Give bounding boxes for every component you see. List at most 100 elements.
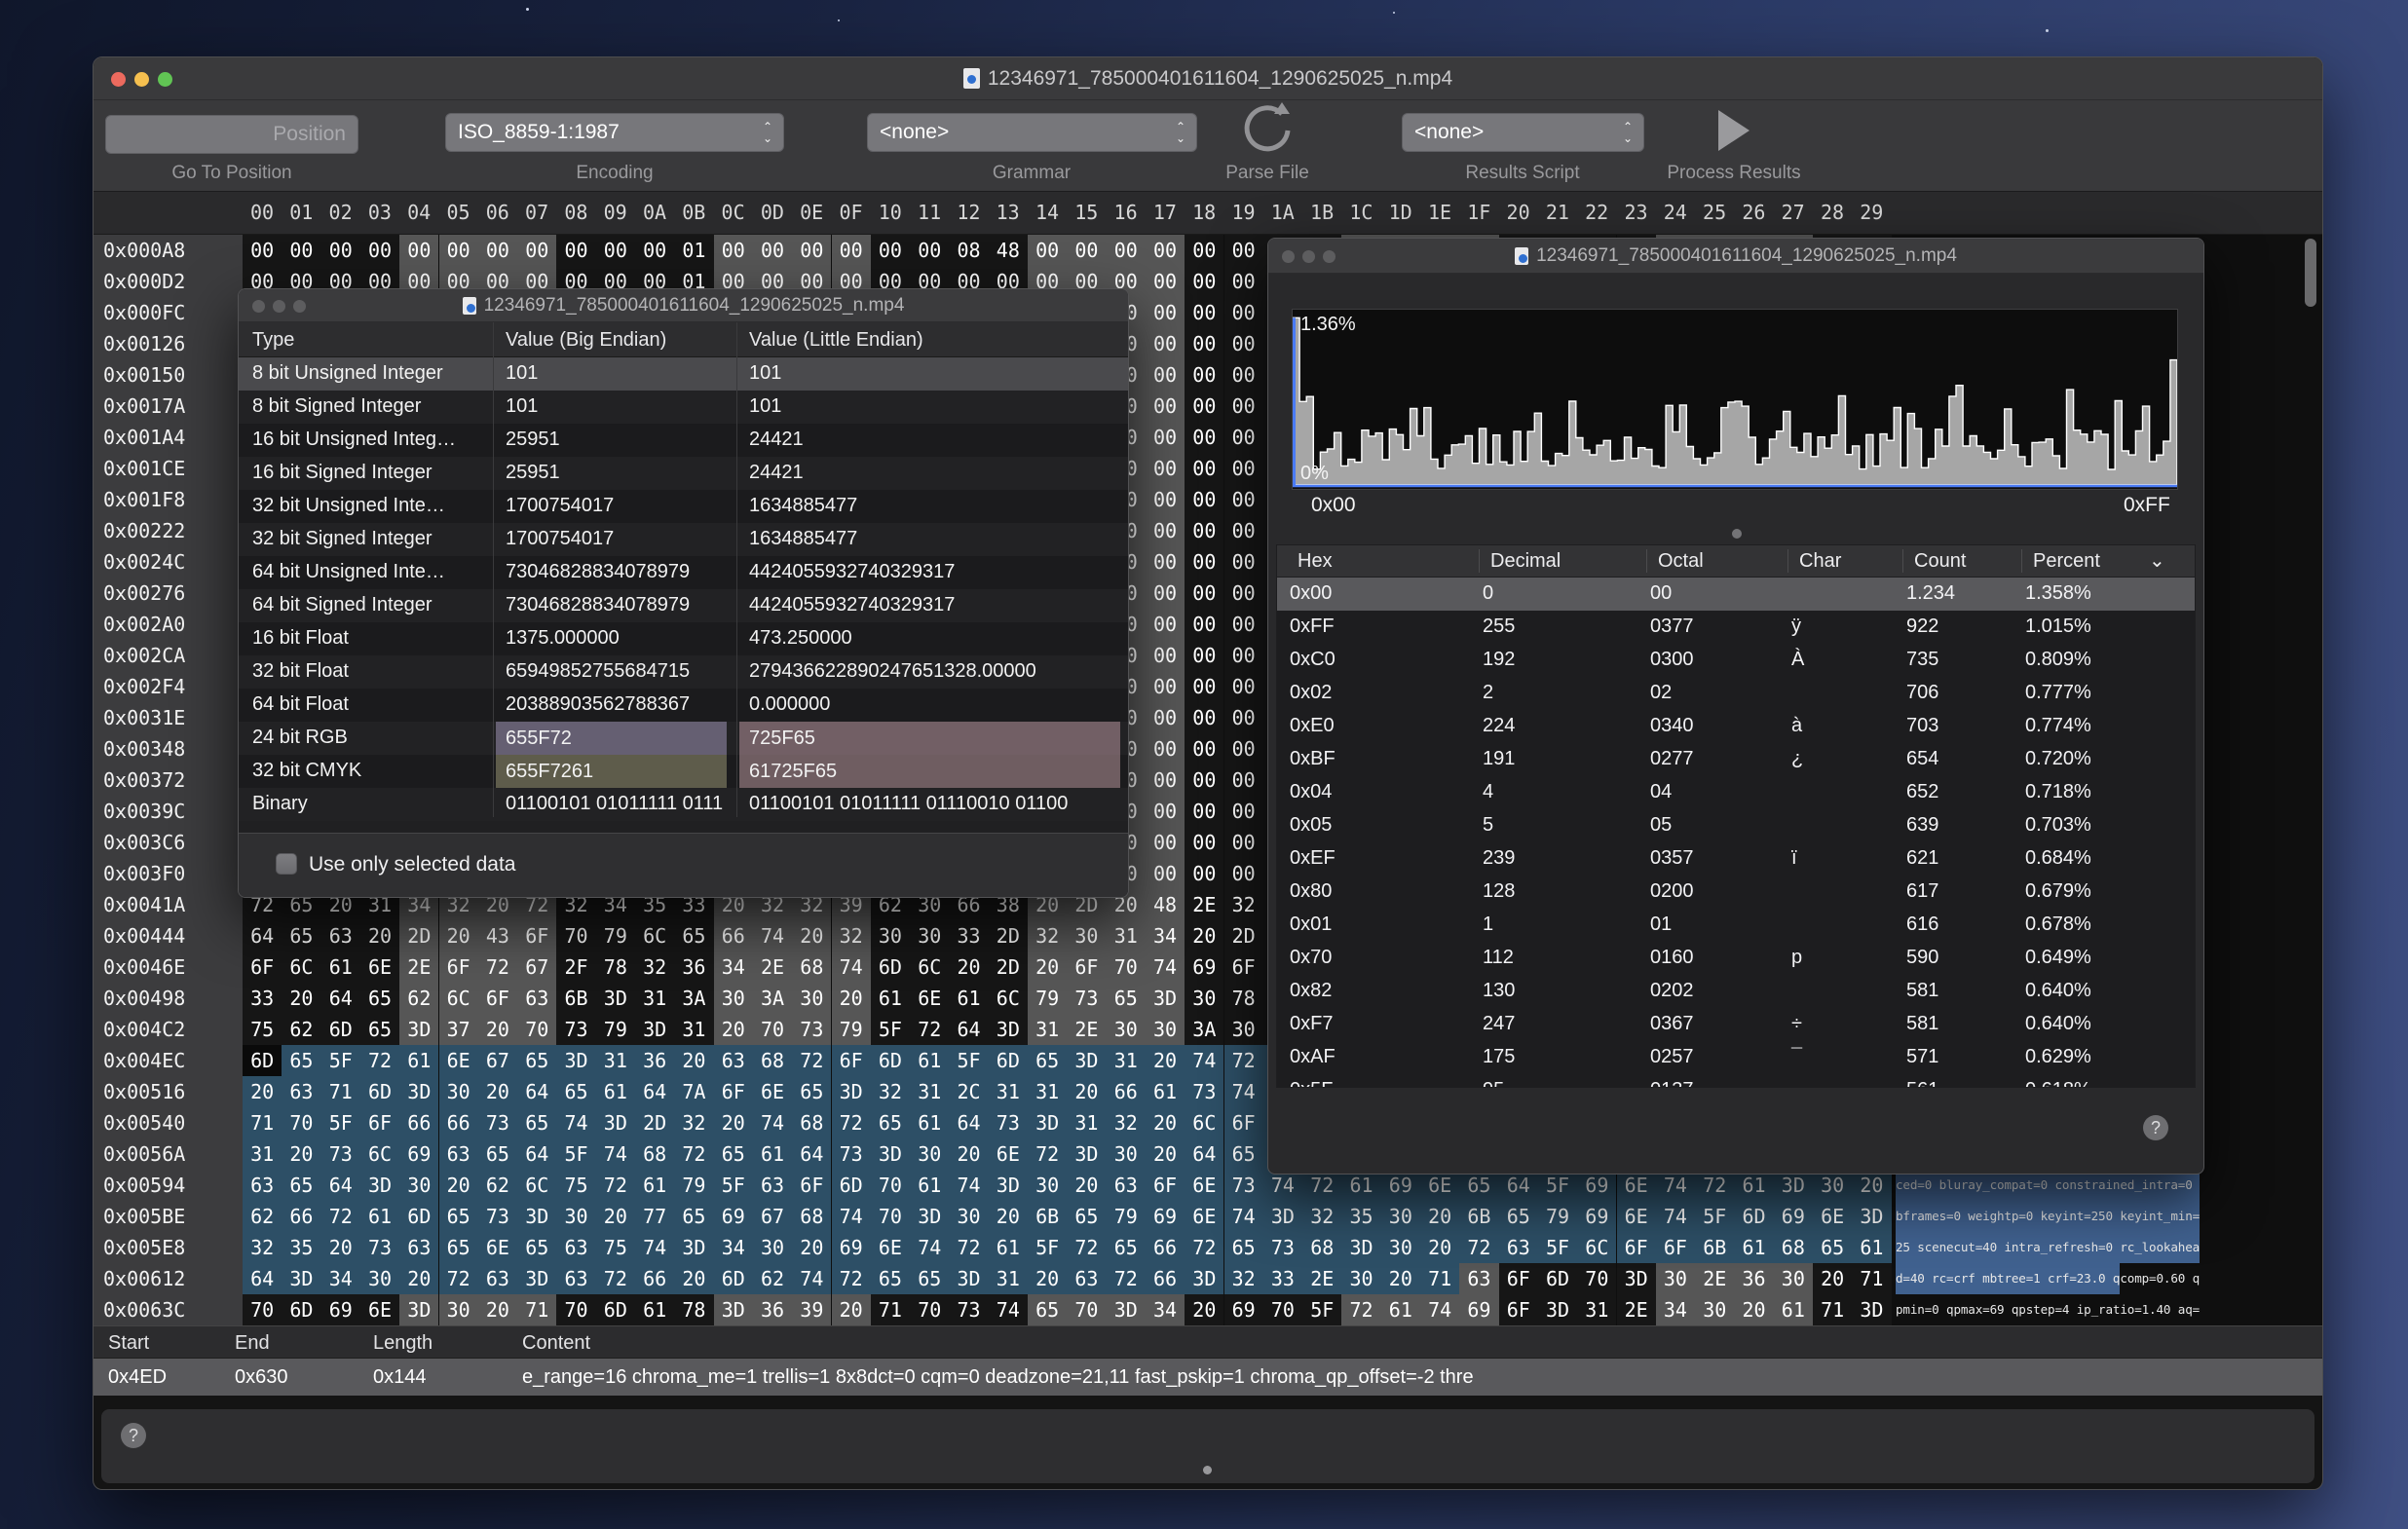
- hex-byte[interactable]: 61: [321, 951, 360, 983]
- hex-byte[interactable]: 75: [556, 1170, 595, 1201]
- hex-byte[interactable]: 30: [910, 920, 949, 951]
- hex-byte[interactable]: 63: [556, 1232, 595, 1263]
- hex-byte[interactable]: 00: [1185, 297, 1223, 328]
- hex-byte[interactable]: 70: [1577, 1263, 1616, 1294]
- hex-byte[interactable]: 00: [1185, 796, 1223, 827]
- hex-byte[interactable]: 64: [949, 1014, 988, 1045]
- hex-byte[interactable]: 61: [596, 1076, 635, 1107]
- hex-byte[interactable]: 6F: [1499, 1294, 1538, 1325]
- hex-row-0x005E8[interactable]: 0x005E83235207363656E656375743D343020696…: [94, 1232, 2322, 1263]
- hex-byte[interactable]: 6C: [1577, 1232, 1616, 1263]
- hex-byte[interactable]: 20: [1420, 1201, 1459, 1232]
- hex-byte[interactable]: 34: [1656, 1294, 1695, 1325]
- hex-byte[interactable]: 00: [1185, 422, 1223, 453]
- hex-byte[interactable]: 00: [1185, 453, 1223, 484]
- hex-byte[interactable]: 33: [243, 983, 282, 1014]
- hex-byte[interactable]: 00: [517, 235, 556, 266]
- hex-byte[interactable]: 20: [832, 983, 871, 1014]
- hex-byte[interactable]: 6E: [1617, 1201, 1656, 1232]
- hex-byte[interactable]: 6F: [1617, 1232, 1656, 1263]
- hex-byte[interactable]: 32: [635, 951, 674, 983]
- hex-byte[interactable]: 63: [1107, 1170, 1146, 1201]
- hex-byte[interactable]: 74: [1185, 1045, 1223, 1076]
- hex-byte[interactable]: 5F: [556, 1138, 595, 1170]
- hex-byte[interactable]: 65: [1107, 1232, 1146, 1263]
- hex-byte[interactable]: 00: [1185, 640, 1223, 671]
- hex-byte[interactable]: 00: [1146, 858, 1185, 889]
- hex-byte[interactable]: 73: [792, 1014, 831, 1045]
- hex-byte[interactable]: 3D: [1341, 1232, 1380, 1263]
- help-button[interactable]: ?: [121, 1423, 146, 1448]
- hex-byte[interactable]: 00: [1224, 640, 1263, 671]
- hex-byte[interactable]: 65: [478, 1138, 517, 1170]
- inspector-row-64-bit-float[interactable]: 64 bit Float203889035627883670.000000: [239, 689, 1128, 722]
- hex-byte[interactable]: 74: [753, 920, 792, 951]
- hex-byte[interactable]: 00: [1146, 235, 1185, 266]
- hex-byte[interactable]: 66: [439, 1107, 478, 1138]
- hex-row-0x00612[interactable]: 0x00612643D34302072633D637266206D6274726…: [94, 1263, 2322, 1294]
- hex-byte[interactable]: 32: [871, 1076, 910, 1107]
- hex-byte[interactable]: 68: [1774, 1232, 1813, 1263]
- hex-byte[interactable]: 70: [243, 1294, 282, 1325]
- hex-byte[interactable]: 2D: [989, 920, 1028, 951]
- hex-byte[interactable]: 65: [439, 1201, 478, 1232]
- stats-row-0xBF[interactable]: 0xBF1910277¿6540.720%: [1277, 743, 2195, 776]
- hex-byte[interactable]: 5F: [1302, 1294, 1341, 1325]
- hex-byte[interactable]: 00: [792, 235, 831, 266]
- inspector-row-32-bit-signed-integer[interactable]: 32 bit Signed Integer1700754017163488547…: [239, 523, 1128, 556]
- hex-byte[interactable]: 74: [556, 1107, 595, 1138]
- hex-byte[interactable]: 00: [1185, 764, 1223, 796]
- hex-byte[interactable]: 3D: [399, 1294, 438, 1325]
- hex-byte[interactable]: 75: [596, 1232, 635, 1263]
- hex-byte[interactable]: 7A: [674, 1076, 713, 1107]
- inspector-row-32-bit-float[interactable]: 32 bit Float6594985275568471527943662289…: [239, 655, 1128, 689]
- hex-byte[interactable]: 00: [1185, 515, 1223, 546]
- hex-byte[interactable]: 65: [556, 1076, 595, 1107]
- hex-byte[interactable]: 61: [910, 1170, 949, 1201]
- hex-byte[interactable]: 3D: [1263, 1201, 1302, 1232]
- hex-byte[interactable]: 6D: [321, 1014, 360, 1045]
- hex-byte[interactable]: 3D: [635, 1014, 674, 1045]
- hex-byte[interactable]: 6B: [1459, 1201, 1498, 1232]
- hex-byte[interactable]: 00: [1146, 359, 1185, 391]
- hex-row-0x005BE[interactable]: 0x005BE626672616D65733D30207765696768747…: [94, 1201, 2322, 1232]
- hex-byte[interactable]: 36: [635, 1045, 674, 1076]
- hex-byte[interactable]: 20: [1028, 1263, 1067, 1294]
- hex-byte[interactable]: 72: [1341, 1294, 1380, 1325]
- hex-byte[interactable]: 69: [1577, 1201, 1616, 1232]
- hex-byte[interactable]: 00: [1224, 546, 1263, 578]
- hex-byte[interactable]: 00: [1146, 702, 1185, 733]
- hex-byte[interactable]: 00: [1146, 546, 1185, 578]
- hex-byte[interactable]: 61: [1146, 1076, 1185, 1107]
- hex-byte[interactable]: 74: [792, 1263, 831, 1294]
- hex-byte[interactable]: 2D: [989, 951, 1028, 983]
- hex-byte[interactable]: 00: [1224, 609, 1263, 640]
- hex-byte[interactable]: 74: [1224, 1076, 1263, 1107]
- hex-byte[interactable]: 6B: [1695, 1232, 1734, 1263]
- hex-byte[interactable]: 31: [596, 1045, 635, 1076]
- hex-byte[interactable]: 20: [1146, 1107, 1185, 1138]
- stats-row-0x00[interactable]: 0x000001.2341.358%: [1277, 578, 2195, 611]
- hex-byte[interactable]: 65: [674, 1201, 713, 1232]
- hex-byte[interactable]: 3D: [596, 983, 635, 1014]
- hex-byte[interactable]: 20: [989, 1201, 1028, 1232]
- hex-byte[interactable]: 6E: [910, 983, 949, 1014]
- hex-byte[interactable]: 30: [439, 1294, 478, 1325]
- hex-byte[interactable]: 73: [1067, 983, 1106, 1014]
- hex-byte[interactable]: 00: [1185, 391, 1223, 422]
- hex-byte[interactable]: 73: [949, 1294, 988, 1325]
- hex-byte[interactable]: 70: [1067, 1294, 1106, 1325]
- hex-byte[interactable]: 72: [360, 1045, 399, 1076]
- hex-byte[interactable]: 00: [399, 235, 438, 266]
- hex-byte[interactable]: 6F: [439, 951, 478, 983]
- hex-byte[interactable]: 48: [1146, 889, 1185, 920]
- hex-byte[interactable]: 32: [1107, 1107, 1146, 1138]
- hex-byte[interactable]: 61: [399, 1045, 438, 1076]
- hex-byte[interactable]: 79: [1107, 1201, 1146, 1232]
- stats-table-body[interactable]: 0x000001.2341.358%0xFF2550377ÿ9221.015%0…: [1276, 578, 2196, 1088]
- hex-byte[interactable]: 20: [792, 920, 831, 951]
- hex-byte[interactable]: 00: [1224, 764, 1263, 796]
- hex-byte[interactable]: 65: [1224, 1232, 1263, 1263]
- hex-byte[interactable]: 00: [1146, 764, 1185, 796]
- hex-byte[interactable]: 5F: [1695, 1201, 1734, 1232]
